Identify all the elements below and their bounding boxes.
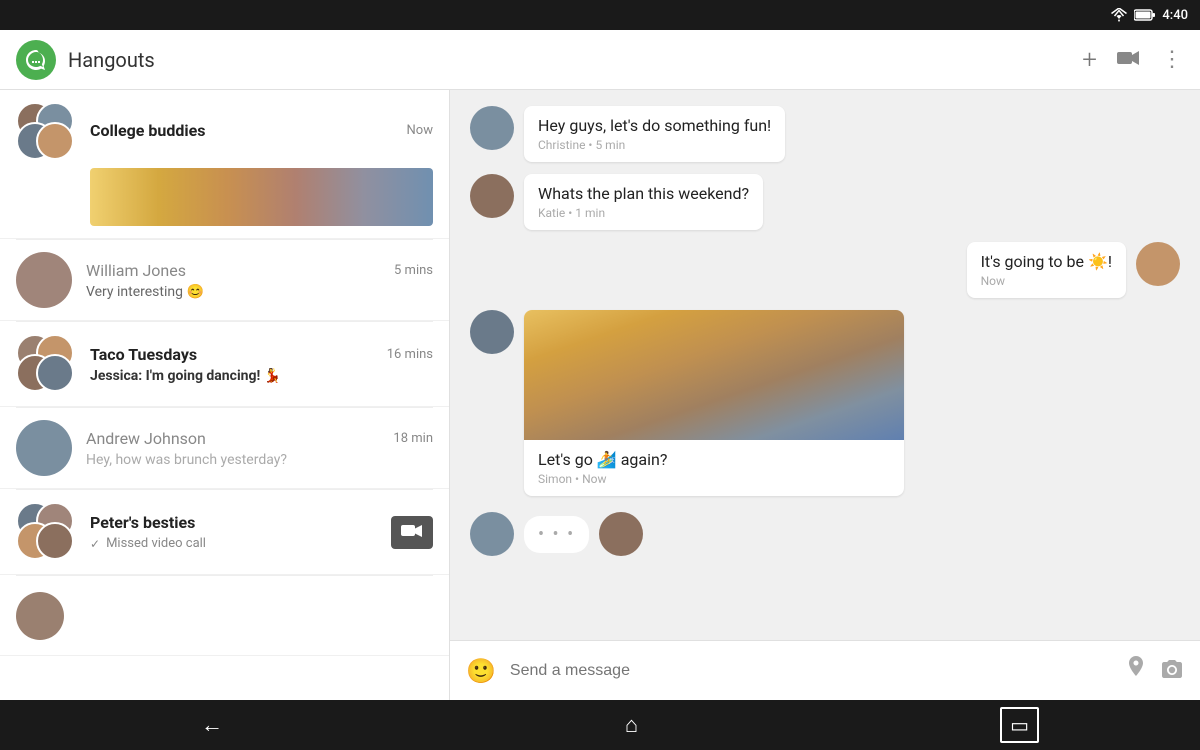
msg-bubble-4: Let's go 🏄 again? Simon • Now [524, 310, 904, 496]
avatar-william-jones [16, 252, 72, 308]
message-row-3: It's going to be ☀️! Now [470, 242, 1180, 298]
conv-preview-image-college-buddies [90, 168, 433, 226]
video-badge [391, 516, 433, 549]
app-logo [16, 40, 56, 80]
conv-content-william-jones: William Jones 5 mins Very interesting 😊 [86, 261, 433, 300]
msg-text-3: It's going to be ☀️! [981, 252, 1112, 271]
conv-name-peters-besties: Peter's besties [90, 513, 195, 532]
camera-button[interactable] [1160, 658, 1184, 684]
conv-item-peters-besties[interactable]: Peter's besties ✓ Missed video call [0, 490, 449, 575]
conv-name-taco-tuesdays: Taco Tuesdays [90, 345, 197, 364]
conv-name-andrew-johnson: Andrew Johnson [86, 429, 206, 448]
missed-call-text: Missed video call [106, 536, 206, 551]
emoji-button[interactable]: 🙂 [466, 657, 496, 685]
location-button[interactable] [1126, 656, 1146, 686]
conv-preview-andrew-johnson: Hey, how was brunch yesterday? [86, 452, 433, 468]
status-bar: 4:40 [0, 0, 1200, 30]
message-row-1: Hey guys, let's do something fun! Christ… [470, 106, 1180, 162]
msg-bubble-2: Whats the plan this weekend? Katie • 1 m… [524, 174, 763, 230]
main-layout: College buddies Now William Jones 5 mins… [0, 90, 1200, 700]
avatar-group-peters-besties [16, 502, 76, 562]
conv-time-andrew-johnson: 18 min [393, 431, 433, 446]
msg-text-2: Whats the plan this weekend? [538, 184, 749, 203]
msg-text-1: Hey guys, let's do something fun! [538, 116, 771, 135]
conv-item-partial[interactable] [0, 576, 449, 656]
conv-item-college-buddies[interactable]: College buddies Now [0, 90, 449, 239]
back-button[interactable]: ← [161, 704, 263, 746]
chat-messages: Hey guys, let's do something fun! Christ… [450, 90, 1200, 640]
avatar-group-college-buddies [16, 102, 76, 162]
msg-text-4: Let's go 🏄 again? [538, 450, 890, 469]
conv-name-college-buddies: College buddies [90, 121, 205, 140]
msg-bubble-3: It's going to be ☀️! Now [967, 242, 1126, 298]
conv-content-college-buddies: College buddies Now [90, 121, 433, 144]
chat-input-bar: 🙂 [450, 640, 1200, 700]
avatar-partial [16, 592, 64, 640]
conv-item-taco-tuesdays[interactable]: Taco Tuesdays 16 mins Jessica: I'm going… [0, 322, 449, 407]
conversation-list: College buddies Now William Jones 5 mins… [0, 90, 450, 700]
msg-avatar-2 [470, 174, 514, 218]
app-title: Hangouts [68, 48, 1082, 72]
conv-name-william-jones: William Jones [86, 261, 186, 280]
avatar-group-taco-tuesdays [16, 334, 76, 394]
chat-panel: Hey guys, let's do something fun! Christ… [450, 90, 1200, 700]
more-options-button[interactable]: ⋮ [1161, 49, 1184, 71]
missed-call-indicator: ✓ Missed video call [90, 536, 375, 551]
conv-content-taco-tuesdays: Taco Tuesdays 16 mins Jessica: I'm going… [90, 345, 433, 384]
avatar-andrew-johnson [16, 420, 72, 476]
msg-avatar-4 [470, 310, 514, 354]
msg-meta-1: Christine • 5 min [538, 138, 771, 152]
message-input[interactable] [510, 662, 1112, 680]
conv-time-william-jones: 5 mins [394, 263, 433, 278]
nav-bar: ← ⌂ ▭ [0, 700, 1200, 750]
conv-time-college-buddies: Now [407, 123, 433, 138]
message-row-4: Let's go 🏄 again? Simon • Now [470, 310, 1180, 496]
msg-meta-4: Simon • Now [538, 472, 890, 486]
typing-avatar-1 [470, 512, 514, 556]
app-bar: Hangouts + ⋮ [0, 30, 1200, 90]
msg-text-area-4: Let's go 🏄 again? Simon • Now [524, 440, 904, 496]
video-icon-area [375, 516, 433, 549]
time-display: 4:40 [1162, 8, 1188, 23]
typing-indicator: • • • [470, 508, 1180, 560]
msg-avatar-1 [470, 106, 514, 150]
message-row-2: Whats the plan this weekend? Katie • 1 m… [470, 174, 1180, 230]
typing-dots: • • • [524, 516, 589, 553]
home-button[interactable]: ⌂ [585, 704, 678, 746]
add-button[interactable]: + [1082, 45, 1097, 75]
typing-avatar-2 [599, 512, 643, 556]
conv-preview-william-jones: Very interesting 😊 [86, 284, 433, 300]
msg-image-4 [524, 310, 904, 440]
wifi-icon [1110, 8, 1128, 22]
conv-item-andrew-johnson[interactable]: Andrew Johnson 18 min Hey, how was brunc… [0, 408, 449, 489]
video-call-button[interactable] [1117, 47, 1141, 72]
conv-content-peters-besties: Peter's besties ✓ Missed video call [90, 513, 375, 551]
msg-bubble-1: Hey guys, let's do something fun! Christ… [524, 106, 785, 162]
app-bar-actions: + ⋮ [1082, 45, 1184, 75]
msg-meta-3: Now [981, 274, 1112, 288]
status-icons: 4:40 [1110, 8, 1188, 23]
battery-icon [1134, 9, 1156, 21]
checkmark-icon: ✓ [90, 537, 100, 551]
conv-preview-taco-tuesdays: Jessica: I'm going dancing! 💃 [90, 368, 433, 384]
conv-item-william-jones[interactable]: William Jones 5 mins Very interesting 😊 [0, 240, 449, 321]
conv-content-andrew-johnson: Andrew Johnson 18 min Hey, how was brunc… [86, 429, 433, 468]
msg-avatar-3 [1136, 242, 1180, 286]
conv-time-taco-tuesdays: 16 mins [387, 347, 433, 362]
msg-meta-2: Katie • 1 min [538, 206, 749, 220]
recents-button[interactable]: ▭ [1000, 707, 1039, 743]
